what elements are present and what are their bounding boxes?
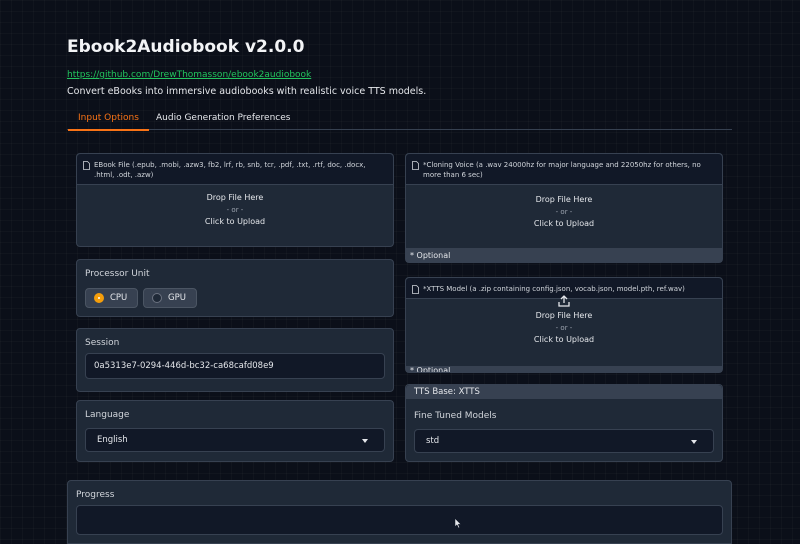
- tab-bar: Input Options Audio Generation Preferenc…: [67, 110, 732, 131]
- fine-tuned-models-label: Fine Tuned Models: [414, 411, 497, 421]
- or-text: - or -: [226, 206, 244, 214]
- app-root: Ebook2Audiobook v2.0.0 https://github.co…: [0, 0, 800, 544]
- optional-note: * Optional: [406, 366, 722, 372]
- tab-input-options[interactable]: Input Options: [68, 113, 149, 131]
- cloning-voice-upload[interactable]: *Cloning Voice (a .wav 24000hz for major…: [405, 153, 723, 263]
- voice-drop-zone[interactable]: Drop File Here - or - Click to Upload: [406, 194, 722, 230]
- ebook-file-upload[interactable]: EBook File (.epub, .mobi, .azw3, fb2, lr…: [76, 153, 394, 247]
- ebook-file-label: EBook File (.epub, .mobi, .azw3, fb2, lr…: [77, 154, 393, 185]
- progress-output: [76, 505, 723, 535]
- optional-note: * Optional: [406, 248, 722, 262]
- radio-gpu[interactable]: GPU: [143, 288, 197, 308]
- fine-tuned-models-value: std: [426, 436, 440, 446]
- radio-gpu-label: GPU: [168, 293, 186, 303]
- session-label: Session: [85, 338, 120, 348]
- session-id-field[interactable]: 0a5313e7-0294-446d-bc32-ca68cafd08e9: [85, 353, 385, 379]
- upload-icon: [558, 295, 570, 307]
- language-value: English: [97, 435, 128, 445]
- radio-cpu[interactable]: CPU: [85, 288, 139, 308]
- xtts-model-upload[interactable]: *XTTS Model (a .zip containing config.js…: [405, 277, 723, 373]
- radio-button-selected[interactable]: [94, 293, 104, 303]
- xtts-model-label-text: *XTTS Model (a .zip containing config.js…: [423, 285, 685, 293]
- progress-label: Progress: [76, 490, 115, 500]
- click-to-upload-text: Click to Upload: [533, 335, 595, 344]
- drop-file-text: Drop File Here: [206, 193, 264, 202]
- processor-unit-label: Processor Unit: [85, 269, 150, 279]
- mouse-cursor-icon: [454, 518, 462, 529]
- drop-file-text: Drop File Here: [535, 311, 593, 320]
- session-group: Session 0a5313e7-0294-446d-bc32-ca68cafd…: [76, 328, 394, 392]
- drop-file-text: Drop File Here: [535, 195, 593, 204]
- cloning-voice-label-text: *Cloning Voice (a .wav 24000hz for major…: [423, 161, 701, 179]
- cloning-voice-label: *Cloning Voice (a .wav 24000hz for major…: [406, 154, 722, 185]
- page-description: Convert eBooks into immersive audiobooks…: [67, 86, 427, 97]
- click-to-upload-text: Click to Upload: [204, 217, 266, 226]
- language-group: Language English: [76, 400, 394, 462]
- ebook-file-label-text: EBook File (.epub, .mobi, .azw3, fb2, lr…: [94, 161, 366, 179]
- fine-tuned-models-dropdown[interactable]: std: [414, 429, 714, 453]
- progress-group: Progress: [67, 480, 732, 544]
- or-text: - or -: [555, 324, 573, 332]
- language-dropdown[interactable]: English: [85, 428, 385, 452]
- tts-base-header: TTS Base: XTTS: [406, 385, 722, 399]
- file-icon: [412, 285, 419, 294]
- page-title: Ebook2Audiobook v2.0.0: [67, 37, 305, 57]
- model-drop-zone[interactable]: Drop File Here - or - Click to Upload: [406, 294, 722, 346]
- file-icon: [83, 161, 90, 170]
- chevron-down-icon: [691, 440, 697, 444]
- or-text: - or -: [555, 208, 573, 216]
- click-to-upload-text: Click to Upload: [533, 219, 595, 228]
- chevron-down-icon: [362, 439, 368, 443]
- processor-unit-group: Processor Unit CPU GPU: [76, 259, 394, 317]
- file-icon: [412, 161, 419, 170]
- radio-button[interactable]: [152, 293, 162, 303]
- tts-base-group: TTS Base: XTTS Fine Tuned Models std: [405, 384, 723, 462]
- radio-cpu-label: CPU: [110, 293, 128, 303]
- ebook-drop-zone[interactable]: Drop File Here - or - Click to Upload: [77, 192, 393, 228]
- github-link[interactable]: https://github.com/DrewThomasson/ebook2a…: [67, 70, 311, 80]
- tab-audio-generation-preferences[interactable]: Audio Generation Preferences: [156, 113, 290, 129]
- language-label: Language: [85, 410, 130, 420]
